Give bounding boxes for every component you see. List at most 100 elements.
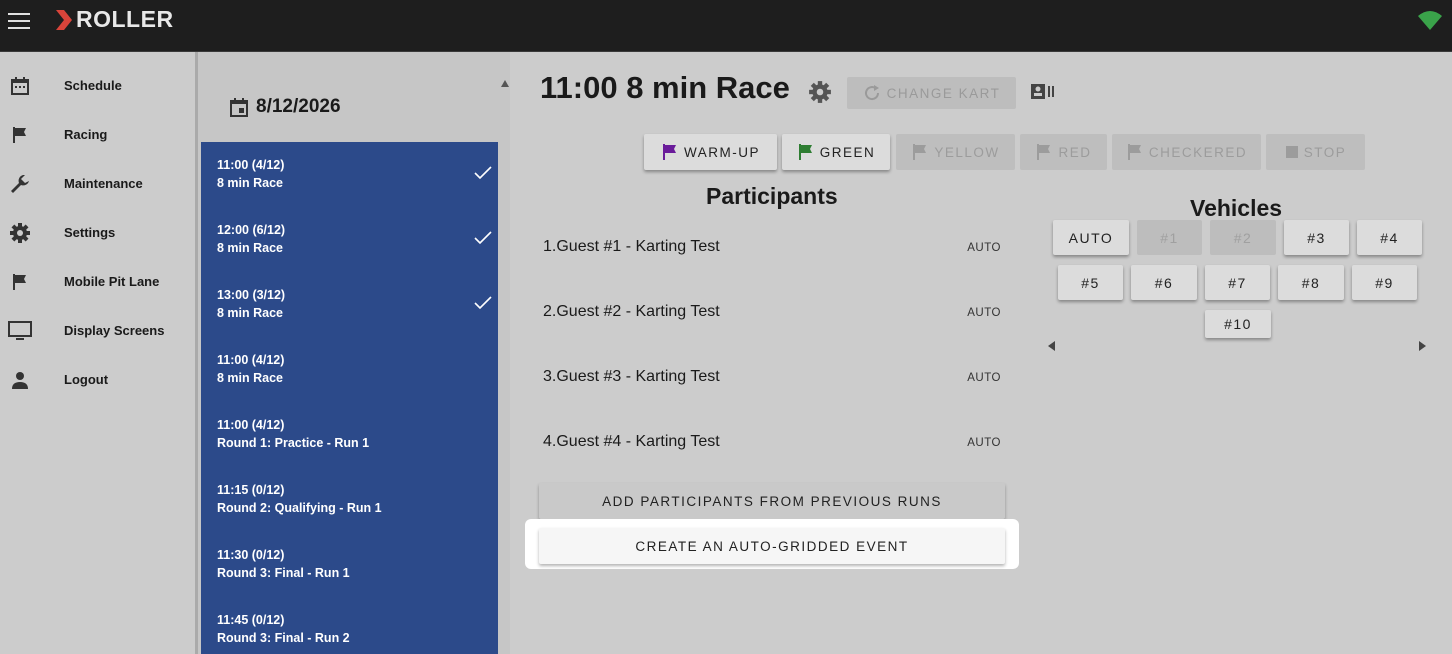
flag-icon	[1127, 144, 1141, 160]
vehicles-heading: Vehicles	[1190, 195, 1283, 221]
vehicle-button[interactable]: #6	[1131, 265, 1197, 300]
monitor-icon	[8, 319, 32, 343]
participant-name: 1.Guest #1 - Karting Test	[543, 238, 720, 255]
vehicle-auto-button[interactable]: AUTO	[1053, 220, 1129, 255]
left-navigation: Schedule Racing Maintenance Settings Mob…	[0, 52, 195, 654]
checkered-flag-button[interactable]: CHECKERED	[1112, 134, 1261, 170]
roller-logo: ROLLER	[56, 6, 174, 33]
green-flag-icon	[798, 144, 812, 160]
event-item[interactable]: 11:45 (0/12) Round 3: Final - Run 2	[201, 597, 498, 654]
refresh-icon	[864, 85, 879, 101]
date-selector[interactable]: 8/12/2026	[230, 96, 341, 118]
nav-item-mobile-pit-lane[interactable]: Mobile Pit Lane	[0, 257, 195, 306]
participant-row[interactable]: 3.Guest #3 - Karting Test AUTO	[543, 364, 1003, 394]
stop-button[interactable]: STOP	[1266, 134, 1365, 170]
vehicle-button[interactable]: #10	[1205, 310, 1271, 338]
event-item[interactable]: 13:00 (3/12) 8 min Race	[201, 272, 498, 337]
vehicles-horizontal-scrollbar[interactable]	[1048, 341, 1426, 351]
flag-label: CHECKERED	[1148, 144, 1248, 160]
wrench-icon	[8, 172, 32, 196]
vehicle-button[interactable]: #9	[1352, 265, 1417, 300]
add-previous-participants-button[interactable]: ADD PARTICIPANTS FROM PREVIOUS RUNS	[539, 483, 1005, 519]
event-time: 11:15 (0/12)	[217, 483, 285, 497]
event-time: 11:45 (0/12)	[217, 613, 285, 627]
top-app-bar: ROLLER	[0, 0, 1452, 52]
event-item[interactable]: 11:30 (0/12) Round 3: Final - Run 1	[201, 532, 498, 597]
red-flag-button[interactable]: RED	[1020, 134, 1107, 170]
event-item[interactable]: 11:00 (4/12) Round 1: Practice - Run 1	[201, 402, 498, 467]
participant-vehicle[interactable]: AUTO	[967, 307, 1001, 319]
yellow-flag-button[interactable]: YELLOW	[896, 134, 1015, 170]
vehicle-button[interactable]: #3	[1284, 220, 1349, 255]
menu-icon[interactable]	[8, 13, 30, 29]
nav-item-settings[interactable]: Settings	[0, 208, 195, 257]
logo-chevron-icon	[56, 9, 72, 30]
event-name: 8 min Race	[217, 371, 284, 385]
participant-row[interactable]: 1.Guest #1 - Karting Test AUTO	[543, 234, 1003, 264]
event-name: Round 2: Qualifying - Run 1	[217, 501, 382, 515]
nav-label: Settings	[64, 225, 116, 240]
nav-item-schedule[interactable]: Schedule	[0, 61, 195, 110]
stop-square-icon	[1285, 146, 1298, 158]
vehicle-button[interactable]: #5	[1058, 265, 1123, 300]
event-time: 11:00 (4/12)	[217, 418, 285, 432]
vehicle-button[interactable]: #4	[1357, 220, 1422, 255]
participant-name: 2.Guest #2 - Karting Test	[543, 303, 720, 320]
nav-item-racing[interactable]: Racing	[0, 110, 195, 159]
event-item[interactable]: 11:15 (0/12) Round 2: Qualifying - Run 1	[201, 467, 498, 532]
change-kart-button[interactable]: CHANGE KART	[847, 77, 1016, 109]
event-name: 8 min Race	[217, 306, 284, 320]
nav-label: Racing	[64, 127, 108, 142]
create-auto-gridded-event-button[interactable]: CREATE AN AUTO-GRIDDED EVENT	[539, 528, 1005, 564]
id-badge-icon[interactable]	[1030, 83, 1056, 101]
scroll-up-arrow-icon[interactable]	[501, 80, 509, 87]
race-settings-gear-icon[interactable]	[808, 80, 832, 104]
event-calendar-icon	[230, 98, 248, 117]
checkmark-icon	[474, 166, 492, 180]
flag-label: YELLOW	[934, 144, 1000, 160]
vehicle-button[interactable]: #2	[1210, 220, 1276, 255]
logo-text: ROLLER	[76, 6, 174, 32]
nav-label: Schedule	[64, 78, 122, 93]
event-time: 11:00 (4/12)	[217, 158, 285, 172]
purple-flag-icon	[663, 144, 676, 160]
event-item[interactable]: 11:00 (4/12) 8 min Race	[201, 142, 498, 207]
vehicle-button[interactable]: #7	[1205, 265, 1270, 300]
event-item[interactable]: 11:00 (4/12) 8 min Race	[201, 337, 498, 402]
gear-icon	[8, 221, 32, 245]
event-name: Round 3: Final - Run 2	[217, 631, 350, 645]
event-name: Round 3: Final - Run 1	[217, 566, 350, 580]
participant-vehicle[interactable]: AUTO	[967, 372, 1001, 384]
event-name: Round 1: Practice - Run 1	[217, 436, 370, 450]
flag-label: WARM-UP	[684, 144, 760, 160]
event-name: 8 min Race	[217, 176, 284, 190]
nav-item-display-screens[interactable]: Display Screens	[0, 306, 195, 355]
nav-item-maintenance[interactable]: Maintenance	[0, 159, 195, 208]
race-title: 11:00 8 min Race	[540, 70, 790, 105]
participant-name: 3.Guest #3 - Karting Test	[543, 368, 720, 385]
nav-item-logout[interactable]: Logout	[0, 355, 195, 404]
event-time: 13:00 (3/12)	[217, 288, 286, 302]
wifi-signal-icon	[1418, 11, 1442, 30]
participant-row[interactable]: 4.Guest #4 - Karting Test AUTO	[543, 429, 1003, 459]
event-list: 11:00 (4/12) 8 min Race 12:00 (6/12) 8 m…	[201, 142, 498, 654]
event-time: 11:30 (0/12)	[217, 548, 285, 562]
participant-vehicle[interactable]: AUTO	[967, 437, 1001, 449]
event-item[interactable]: 12:00 (6/12) 8 min Race	[201, 207, 498, 272]
person-icon	[8, 368, 32, 392]
scroll-right-arrow-icon[interactable]	[1419, 341, 1426, 351]
green-flag-button[interactable]: GREEN	[782, 134, 890, 170]
vehicle-button[interactable]: #1	[1137, 220, 1202, 255]
participant-vehicle[interactable]: AUTO	[967, 242, 1001, 254]
warm-up-flag-button[interactable]: WARM-UP	[644, 134, 777, 170]
event-time: 11:00 (4/12)	[217, 353, 285, 367]
scroll-left-arrow-icon[interactable]	[1048, 341, 1055, 351]
flag-icon	[8, 123, 32, 147]
schedule-panel: 8/12/2026 11:00 (4/12) 8 min Race 12:00 …	[195, 52, 510, 654]
nav-label: Display Screens	[64, 323, 165, 338]
change-kart-label: CHANGE KART	[886, 85, 1001, 101]
flag-icon	[1037, 144, 1051, 160]
flag-label: RED	[1058, 144, 1092, 160]
vehicle-button[interactable]: #8	[1278, 265, 1344, 300]
participant-row[interactable]: 2.Guest #2 - Karting Test AUTO	[543, 299, 1003, 329]
